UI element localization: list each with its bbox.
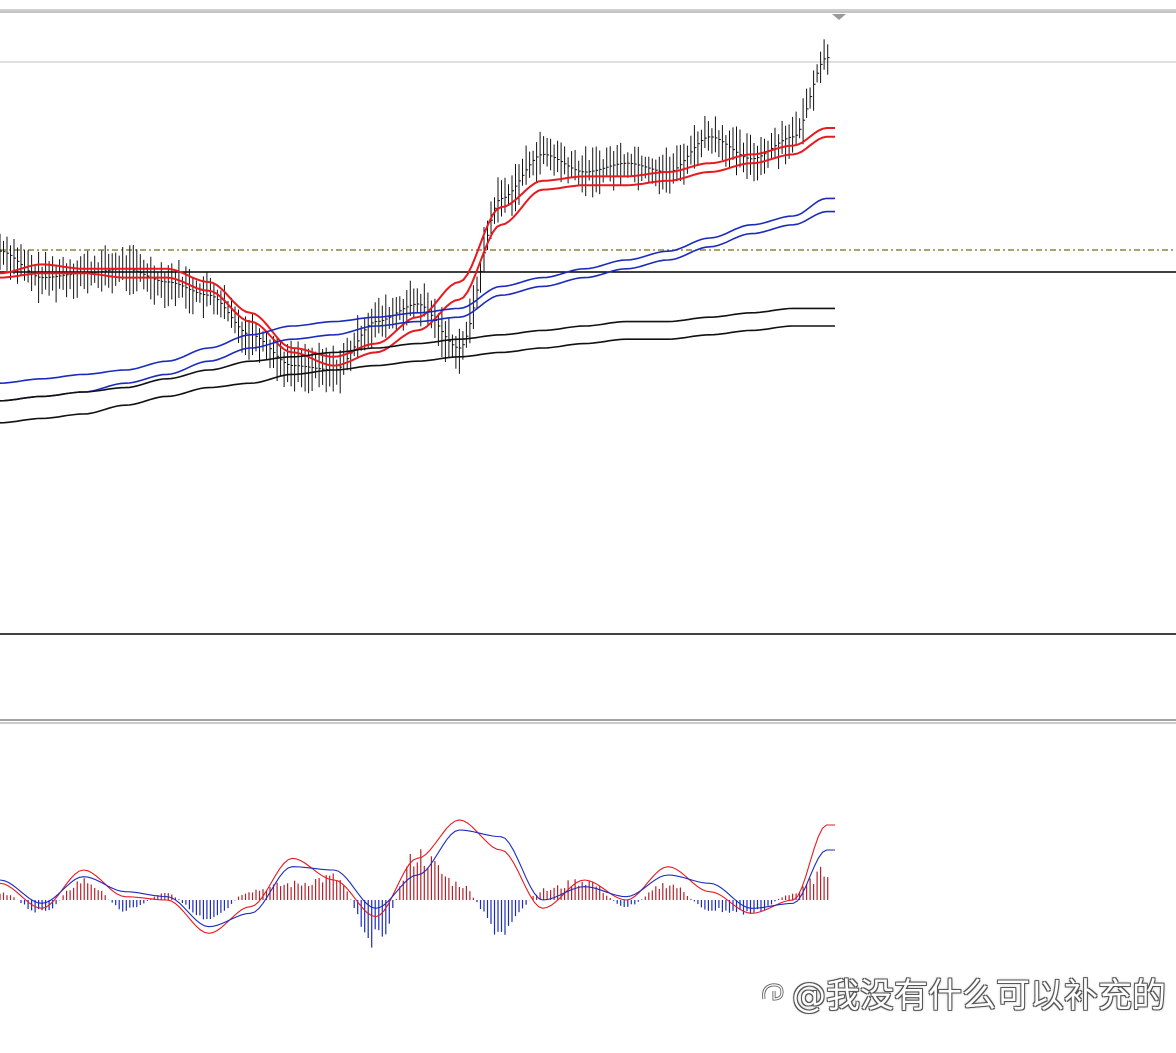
watermark: @我没有什么可以补充的	[758, 968, 1166, 1017]
macd-histogram	[0, 849, 829, 948]
scroll-marker-icon	[832, 14, 846, 20]
price-bars	[0, 39, 830, 394]
ma-slow-2-line	[0, 325, 835, 424]
watermark-text: @我没有什么可以补充的	[792, 976, 1166, 1016]
ma-fast-2-line	[0, 135, 835, 367]
chart-canvas	[0, 9, 1176, 948]
ma-fast-1-line	[0, 127, 835, 358]
moving-averages	[0, 127, 835, 424]
toutiao-logo-icon	[758, 976, 788, 1016]
